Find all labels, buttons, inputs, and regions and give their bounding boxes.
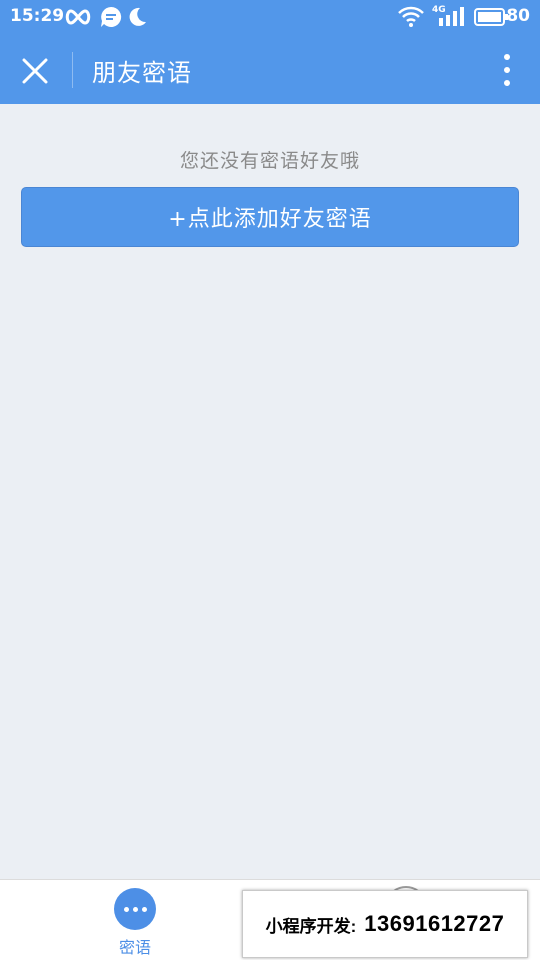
tab-secret-messages[interactable]: 密语 [95,886,175,958]
signal-icon [439,7,464,26]
battery-icon [474,8,508,26]
close-button[interactable] [14,50,56,92]
status-bar: 15:29 4G 80 [0,0,540,36]
chat-icon [101,6,122,27]
moon-icon [129,7,146,26]
status-time: 15:29 [10,6,65,26]
page-title: 朋友密语 [92,59,192,87]
nav-divider [72,52,73,88]
app-header: 15:29 4G 80 朋友密语 [0,0,540,104]
close-icon [22,58,48,84]
tab-label: 密语 [118,938,151,957]
empty-state-message: 您还没有密语好友哦 [179,150,360,172]
battery-level: 80 [506,6,530,26]
more-options-button[interactable] [494,50,520,90]
chat-bubble-icon [114,888,156,930]
more-vertical-icon [504,54,510,60]
infinity-icon [65,9,91,25]
watermark-overlay: 小程序开发: 13691612727 [242,890,528,958]
watermark-label: 小程序开发: [265,916,357,936]
add-friend-secret-button[interactable]: +点此添加好友密语 [21,187,519,247]
watermark-phone: 13691612727 [364,911,505,936]
wifi-icon [398,6,424,27]
navigation-bar: 朋友密语 [0,36,540,104]
